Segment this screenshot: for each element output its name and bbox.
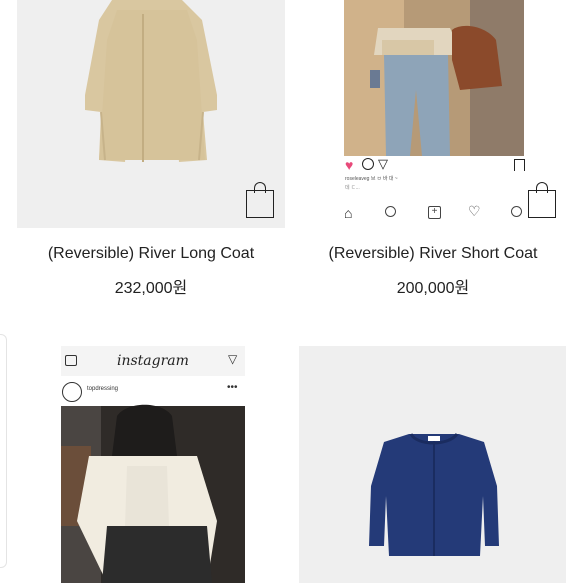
direct-message-icon[interactable]: ▽ [228, 352, 237, 366]
shopping-bag-icon[interactable] [528, 182, 556, 218]
camera-icon[interactable] [65, 355, 77, 366]
avatar[interactable] [62, 382, 82, 402]
post-username[interactable]: topdressing [87, 386, 118, 392]
left-edge-panel [0, 334, 7, 568]
product-price-1: 232,000원 [114, 280, 188, 297]
save-bookmark-icon[interactable] [514, 159, 525, 171]
product-image-4[interactable] [299, 346, 566, 583]
product-price-2: 200,000원 [396, 280, 470, 297]
product-name-1[interactable]: (Reversible) River Long Coat [17, 245, 285, 263]
profile-icon[interactable] [511, 206, 522, 217]
short-coat-instagram-photo [300, 0, 566, 228]
product-image-3[interactable]: instagram ▽ topdressing ••• [17, 346, 285, 583]
post-caption-more: 데 ㄷ... [345, 185, 360, 191]
home-icon[interactable]: ⌂ [344, 205, 352, 221]
add-post-icon[interactable]: + [428, 206, 441, 219]
long-coat-photo [17, 0, 285, 228]
search-icon[interactable] [385, 206, 396, 217]
heart-icon[interactable]: ♥ [345, 157, 353, 173]
comment-icon[interactable] [362, 158, 374, 170]
product-image-1[interactable] [17, 0, 285, 228]
more-options-icon[interactable]: ••• [227, 382, 238, 393]
product-image-2[interactable]: ♥ ▽ roseleaveg 브 ㅂ 바 대 ~ 데 ㄷ... ⌂ + ♡ [300, 0, 566, 228]
activity-heart-icon[interactable]: ♡ [468, 203, 481, 220]
shopping-bag-icon[interactable] [246, 182, 274, 218]
instagram-wordmark: instagram [117, 353, 189, 369]
product-name-2[interactable]: (Reversible) River Short Coat [299, 245, 567, 263]
share-icon[interactable]: ▽ [378, 156, 388, 172]
post-caption: roseleaveg 브 ㅂ 바 대 ~ [345, 176, 398, 182]
jacket-instagram-photo [61, 346, 245, 583]
navy-cardigan-photo [299, 346, 566, 583]
